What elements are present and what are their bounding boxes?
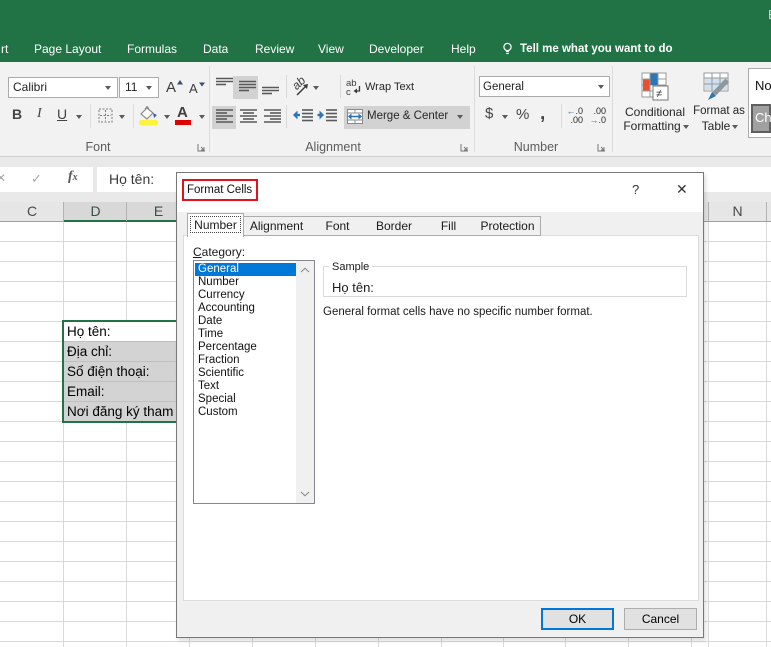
svg-text:c: c: [346, 87, 351, 96]
svg-text:≠: ≠: [656, 88, 662, 100]
